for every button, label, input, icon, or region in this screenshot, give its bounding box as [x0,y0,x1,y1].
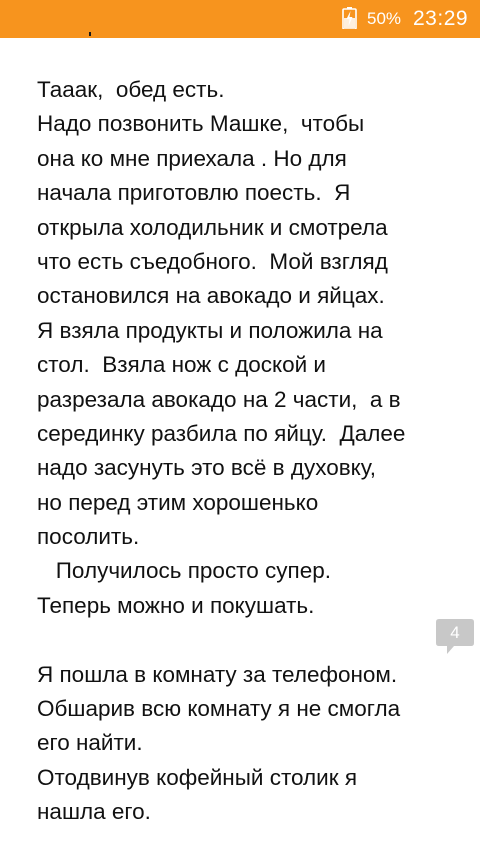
story-paragraph-1: Тааак, обед есть. Надо позвонить Машке, … [37,73,437,623]
story-line: разрезала авокадо на 2 части, а в [37,386,401,412]
story-line: его найти. [37,730,143,756]
battery-percentage: 50% [367,9,402,28]
story-line: но перед этим хорошенько [37,489,319,515]
story-line: нашла его. [37,799,151,825]
story-line: серединку разбила по яйцу. Далее [37,420,406,446]
story-paragraph-2: Я пошла в комнату за телефоном. Обшарив … [37,658,437,830]
comment-count: 4 [450,623,460,642]
story-line: Я пошла в комнату за телефоном. [37,661,398,687]
story-line: она ко мне приехала . Но для [37,145,347,171]
story-line: Отодвинув кофейный столик я [37,764,358,790]
clock: 23:29 [413,7,469,30]
battery-charging-icon [342,7,357,29]
story-line: посолить. [37,524,140,550]
story-line: Тааак, обед есть. [37,77,225,102]
story-line: Получилось просто супер. [37,558,331,584]
story-text: Тааак, обед есть. Надо позвонить Машке, … [37,73,437,830]
story-line: Я взяла продукты и положила на [37,317,383,343]
story-line: стол. Взяла нож с доской и [37,352,326,378]
story-line: что есть съедобного. Мой взгляд [37,248,388,274]
status-bar: 50% 23:29 [0,0,480,38]
story-line: начала приготовлю поесть. Я [37,180,351,206]
cut-off-text-fragment [88,26,98,38]
paragraph-comment-button[interactable]: 4 [436,618,476,656]
story-line: Теперь можно и покушать. [37,592,315,618]
story-line: остановился на авокадо и яйцах. [37,283,385,309]
story-line: открыла холодильник и смотрела [37,214,388,240]
story-line: Надо позвонить Машке, чтобы [37,111,365,137]
story-line: надо засунуть это всё в духовку, [37,455,377,481]
story-line: Обшарив всю комнату я не смогла [37,696,401,722]
